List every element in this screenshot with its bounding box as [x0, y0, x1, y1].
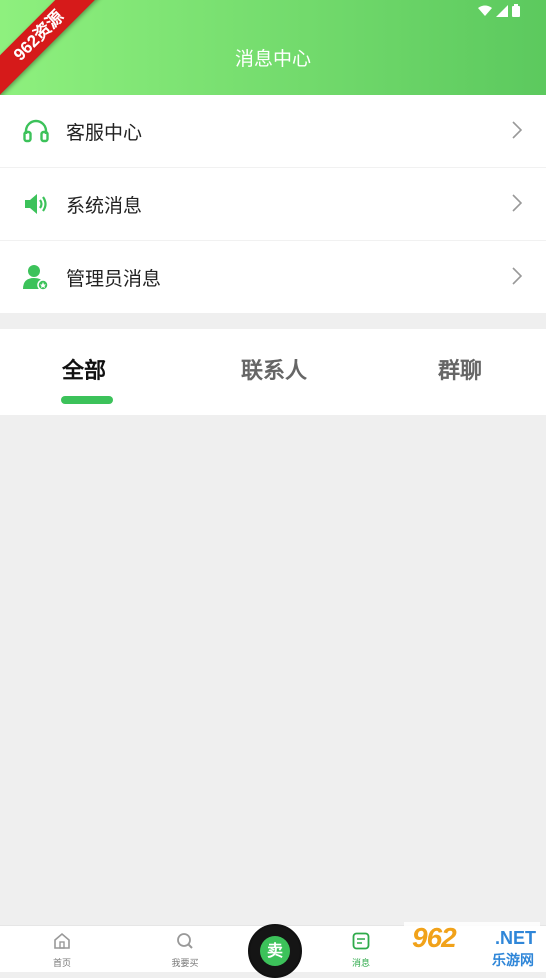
menu-item-admin-messages[interactable]: 管理员消息	[0, 240, 546, 313]
message-list-empty-area	[0, 415, 546, 925]
battery-icon	[512, 4, 520, 17]
nav-label: 消息	[351, 959, 370, 969]
nav-home[interactable]: 首页	[32, 932, 92, 969]
headset-icon	[22, 117, 50, 145]
watermark-brand: 962	[412, 922, 457, 953]
watermark-suffix: .NET	[494, 928, 536, 948]
tab-group-chats[interactable]: 群聊	[438, 353, 482, 385]
message-icon	[352, 932, 370, 950]
menu-item-label: 系统消息	[66, 194, 143, 217]
tab-all[interactable]: 全部	[62, 353, 106, 385]
chevron-right-icon	[512, 194, 522, 212]
message-menu: 客服中心 系统消息 管理员消息	[0, 95, 546, 313]
nav-messages[interactable]: 消息	[331, 932, 391, 969]
search-icon	[177, 933, 193, 949]
nav-label: 我要买	[171, 959, 199, 969]
wifi-icon	[478, 5, 492, 16]
nav-label: 首页	[52, 959, 71, 969]
chevron-right-icon	[512, 267, 522, 285]
chevron-right-icon	[512, 121, 522, 139]
status-bar	[478, 4, 520, 17]
speaker-icon	[22, 190, 50, 218]
menu-item-label: 管理员消息	[66, 267, 162, 290]
sell-button-label: 卖	[260, 936, 290, 966]
menu-item-label: 客服中心	[66, 121, 143, 144]
menu-item-customer-service[interactable]: 客服中心	[0, 95, 546, 167]
app-header: 962资源 消息中心	[0, 0, 546, 99]
tab-contacts[interactable]: 联系人	[241, 353, 307, 385]
page-title: 消息中心	[234, 48, 311, 70]
bottom-navigation: 首页 我要买 卖 消息 962 .NET 乐游网	[0, 922, 546, 978]
home-icon	[54, 932, 70, 949]
watermark-sub: 乐游网	[492, 953, 534, 969]
nav-buy[interactable]: 我要买	[155, 932, 215, 969]
active-tab-indicator	[61, 396, 113, 404]
site-watermark: 962 .NET 乐游网	[404, 922, 540, 970]
message-tabs: 全部 联系人 群聊	[0, 329, 546, 415]
signal-icon	[496, 4, 508, 17]
admin-user-icon	[22, 263, 50, 291]
sell-frog-icon[interactable]: 卖	[248, 924, 302, 978]
menu-item-system-messages[interactable]: 系统消息	[0, 167, 546, 240]
